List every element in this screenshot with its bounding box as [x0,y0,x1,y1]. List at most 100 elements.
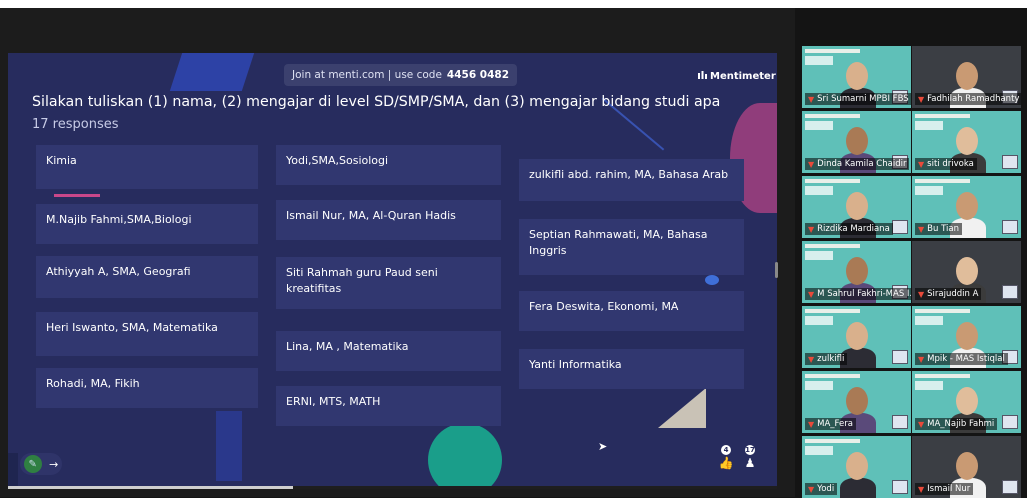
participant-avatar-icon [892,350,908,364]
participant-tile[interactable]: ▼ Ismail Nur [912,436,1021,498]
participant-name-label: ▼ Fadhilah Ramadhanty [915,93,1021,105]
response-card: Yanti Informatika [519,349,744,389]
muted-mic-icon: ▼ [808,354,815,364]
slide-controls[interactable]: ✎ → [20,453,62,475]
participant-avatar-icon [1002,155,1018,169]
participant-tile[interactable]: ▼ Mpik - MAS Istiqlal [912,306,1021,368]
person-icon: ♟ [744,456,756,470]
participant-tile[interactable]: ▼ Bu Tian [912,176,1021,238]
response-count: 17 responses [32,117,119,132]
virtual-background-text [915,186,943,195]
participant-avatar-icon [892,415,908,429]
participant-tile[interactable]: ▼ Fadhilah Ramadhanty [912,46,1021,108]
muted-mic-icon: ▼ [918,224,925,234]
participant-tile[interactable]: ▼ Sirajuddin A [912,241,1021,303]
likes-count: 4 [721,445,731,455]
response-card: zulkifli abd. rahim, MA, Bahasa Arab [519,159,744,201]
mentimeter-slide: Join at menti.com | use code 4456 0482 Me… [8,53,777,489]
muted-mic-icon: ▼ [918,484,925,494]
muted-mic-icon: ▼ [918,419,925,429]
response-card: Septian Rahmawati, MA, Bahasa Inggris [519,219,744,275]
participant-face [956,452,978,480]
muted-mic-icon: ▼ [918,289,925,299]
arrow-right-icon[interactable]: → [49,458,58,471]
join-text: Join at menti.com | use code [292,69,442,81]
participant-tile[interactable]: ▼ MA_Najib Fahmi [912,371,1021,433]
participant-name-label: ▼ M Sahrul Fakhri-MAS I... [805,288,911,300]
participant-face [846,192,868,220]
decorative-shape [8,453,18,489]
virtual-background-banner [915,114,970,118]
muted-mic-icon: ▼ [808,419,815,429]
participant-avatar-icon [1002,285,1018,299]
participant-face [956,257,978,285]
mouse-cursor-icon: ➤ [598,440,608,453]
virtual-background-text [805,381,833,390]
participant-tile[interactable]: ▼ M Sahrul Fakhri-MAS I... [802,241,911,303]
participant-tile[interactable]: ▼ Sri Sumarni MPBI FBS ... [802,46,911,108]
virtual-background-banner [915,179,970,183]
participant-name: Bu Tian [927,224,959,234]
virtual-background-banner [805,49,860,53]
participant-avatar-icon [892,220,908,234]
virtual-background-banner [805,374,860,378]
participant-name-label: ▼ Dinda Kamila Chaidir [805,158,910,170]
muted-mic-icon: ▼ [918,94,925,104]
top-bar [0,0,1027,8]
participant-avatar-icon [1002,415,1018,429]
muted-mic-icon: ▼ [808,94,815,104]
virtual-background-text [805,251,833,260]
virtual-background-banner [805,439,860,443]
participant-face [846,452,868,480]
decorative-shape [169,53,255,91]
muted-mic-icon: ▼ [918,354,925,364]
people-reaction: 17 ♟ [740,445,760,469]
participant-tile[interactable]: ▼ MA_Fera [802,371,911,433]
likes-reaction: 4 👍 [716,445,736,469]
decorative-shape [216,411,242,481]
virtual-background-banner [805,309,860,313]
pen-icon[interactable]: ✎ [23,455,42,473]
virtual-background-banner [915,309,970,313]
response-card: ERNI, MTS, MATH [276,386,501,426]
participant-name: Sirajuddin A [927,289,979,299]
participant-name-label: ▼ Mpik - MAS Istiqlal [915,353,1008,365]
virtual-background-text [805,186,833,195]
people-count: 17 [745,445,755,455]
participant-name-label: ▼ Rizdika Mardiana [805,223,893,235]
response-card: Kimia [36,145,258,189]
decorative-circle [428,423,502,489]
response-card: Fera Deswita, Ekonomi, MA [519,291,744,331]
participant-face [956,62,978,90]
decorative-dot [705,275,719,285]
participant-video [840,478,876,498]
participant-name-label: ▼ siti drivoka [915,158,977,170]
virtual-background-text [915,381,943,390]
join-instructions: Join at menti.com | use code 4456 0482 [284,64,518,86]
participant-tile[interactable]: ▼ Dinda Kamila Chaidir [802,111,911,173]
slide-progress-fill [8,486,293,489]
join-code: 4456 0482 [446,69,510,81]
split-view-handle[interactable] [775,262,778,278]
participant-name: Ismail Nur [927,484,971,494]
participant-tile[interactable]: ▼ siti drivoka [912,111,1021,173]
participant-face [956,322,978,350]
question-title: Silakan tuliskan (1) nama, (2) mengajar … [32,94,721,110]
participant-tile[interactable]: ▼ zulkifli [802,306,911,368]
muted-mic-icon: ▼ [808,224,815,234]
virtual-background-banner [915,374,970,378]
participant-face [956,387,978,415]
participant-tile[interactable]: ▼ Rizdika Mardiana [802,176,911,238]
participant-face [846,127,868,155]
mentimeter-brand: Mentimeter [698,71,776,82]
participant-name-label: ▼ Sri Sumarni MPBI FBS ... [805,93,911,105]
muted-mic-icon: ▼ [808,484,815,494]
participant-tile[interactable]: ▼ Yodi [802,436,911,498]
mentimeter-logo-icon [698,71,707,79]
participant-name: zulkifli [817,354,845,364]
participant-name-label: ▼ MA_Fera [805,418,856,430]
virtual-background-text [915,121,943,130]
participant-name: Dinda Kamila Chaidir [817,159,907,169]
participant-name: Mpik - MAS Istiqlal [927,354,1005,364]
response-card: Athiyyah A, SMA, Geografi [36,256,258,298]
